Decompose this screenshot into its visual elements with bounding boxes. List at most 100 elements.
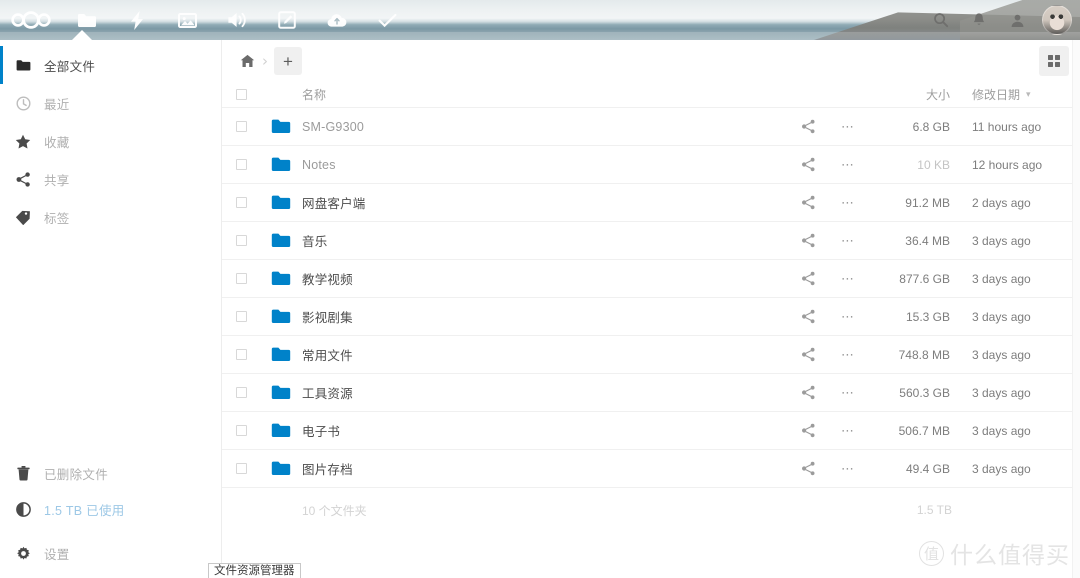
sidebar-item-tags[interactable]: 标签: [0, 198, 221, 236]
app-icon-photos[interactable]: [162, 0, 212, 40]
table-row[interactable]: 工具资源 ⋯ 560.3 GB 3 days ago: [222, 374, 1080, 412]
row-checkbox-cell[interactable]: [222, 387, 260, 398]
select-all-checkbox[interactable]: [235, 89, 247, 100]
folder-icon: [260, 194, 302, 211]
column-header-name[interactable]: 名称: [260, 86, 786, 103]
pie-chart-icon: [8, 500, 38, 517]
table-row[interactable]: 电子书 ⋯ 506.7 MB 3 days ago: [222, 412, 1080, 450]
app-icon-tasks[interactable]: [362, 0, 412, 40]
file-modified-label: 3 days ago: [972, 309, 1031, 324]
table-row[interactable]: 教学视频 ⋯ 877.6 GB 3 days ago: [222, 260, 1080, 298]
table-row[interactable]: 影视剧集 ⋯ 15.3 GB 3 days ago: [222, 298, 1080, 336]
select-all-checkbox-cell[interactable]: [222, 89, 260, 100]
table-row[interactable]: 网盘客户端 ⋯ 91.2 MB 2 days ago: [222, 184, 1080, 222]
row-checkbox[interactable]: [235, 311, 247, 322]
avatar[interactable]: [1042, 5, 1072, 35]
row-checkbox-cell[interactable]: [222, 311, 260, 322]
share-icon[interactable]: [786, 271, 830, 286]
bell-icon[interactable]: [960, 0, 998, 40]
more-actions-icon[interactable]: ⋯: [830, 119, 866, 135]
sidebar-item-recent[interactable]: 最近: [0, 84, 221, 122]
file-name-cell[interactable]: 教学视频: [260, 269, 786, 288]
column-header-size[interactable]: 大小: [866, 86, 952, 103]
column-header-modified[interactable]: 修改日期 ▾: [952, 86, 1080, 103]
share-icon[interactable]: [786, 233, 830, 248]
row-checkbox-cell[interactable]: [222, 197, 260, 208]
file-name-cell[interactable]: 影视剧集: [260, 307, 786, 326]
share-icon[interactable]: [786, 347, 830, 362]
table-row[interactable]: SM-G9300 ⋯ 6.8 GB 11 hours ago: [222, 108, 1080, 146]
contacts-icon[interactable]: [998, 0, 1036, 40]
table-row[interactable]: 常用文件 ⋯ 748.8 MB 3 days ago: [222, 336, 1080, 374]
file-name-cell[interactable]: 常用文件: [260, 345, 786, 364]
row-checkbox-cell[interactable]: [222, 159, 260, 170]
share-icon[interactable]: [786, 119, 830, 134]
file-name-label: 常用文件: [302, 349, 353, 363]
share-icon[interactable]: [786, 423, 830, 438]
sidebar-item-settings[interactable]: 设置: [0, 534, 222, 572]
more-actions-icon[interactable]: ⋯: [830, 461, 866, 477]
more-actions-icon[interactable]: ⋯: [830, 233, 866, 249]
file-name-cell[interactable]: 工具资源: [260, 383, 786, 402]
home-icon[interactable]: [234, 46, 260, 76]
row-checkbox-cell[interactable]: [222, 121, 260, 132]
table-row[interactable]: 图片存档 ⋯ 49.4 GB 3 days ago: [222, 450, 1080, 488]
row-checkbox[interactable]: [235, 235, 247, 246]
more-actions-icon[interactable]: ⋯: [830, 423, 866, 439]
more-actions-icon[interactable]: ⋯: [830, 347, 866, 363]
row-checkbox[interactable]: [235, 349, 247, 360]
row-checkbox-cell[interactable]: [222, 463, 260, 474]
share-icon[interactable]: [786, 309, 830, 324]
row-checkbox[interactable]: [235, 121, 247, 132]
share-icon[interactable]: [786, 385, 830, 400]
app-icon-notes[interactable]: [262, 0, 312, 40]
row-checkbox-cell[interactable]: [222, 349, 260, 360]
sidebar-item-all-files[interactable]: 全部文件: [0, 46, 221, 84]
file-name-cell[interactable]: SM-G9300: [260, 118, 786, 135]
sidebar-item-label: 共享: [44, 173, 70, 188]
table-row[interactable]: Notes ⋯ 10 KB 12 hours ago: [222, 146, 1080, 184]
file-name-cell[interactable]: 网盘客户端: [260, 193, 786, 212]
more-actions-icon[interactable]: ⋯: [830, 157, 866, 173]
row-checkbox[interactable]: [235, 463, 247, 474]
share-icon[interactable]: [786, 157, 830, 172]
share-icon[interactable]: [786, 195, 830, 210]
more-actions-icon[interactable]: ⋯: [830, 309, 866, 325]
file-name-cell[interactable]: 音乐: [260, 231, 786, 250]
sidebar-item-favorites[interactable]: 收藏: [0, 122, 221, 160]
vertical-scrollbar[interactable]: [1072, 40, 1080, 578]
file-list-area: › + 名称 大小 修改日期 ▾ SM-G9300 ⋯ 6.8 GB 11 ho…: [222, 40, 1080, 578]
row-checkbox[interactable]: [235, 425, 247, 436]
grid-view-icon[interactable]: [1039, 46, 1069, 76]
row-checkbox[interactable]: [235, 197, 247, 208]
file-name-cell[interactable]: Notes: [260, 156, 786, 173]
row-checkbox[interactable]: [235, 159, 247, 170]
file-size-label: 49.4 GB: [905, 461, 950, 476]
app-icon-weather[interactable]: [312, 0, 362, 40]
file-name-cell[interactable]: 图片存档: [260, 459, 786, 478]
share-icon[interactable]: [786, 461, 830, 476]
table-row[interactable]: 音乐 ⋯ 36.4 MB 3 days ago: [222, 222, 1080, 260]
star-icon: [8, 134, 38, 149]
row-checkbox-cell[interactable]: [222, 273, 260, 284]
more-actions-icon[interactable]: ⋯: [830, 195, 866, 211]
nextcloud-logo-icon[interactable]: [0, 0, 62, 40]
more-actions-icon[interactable]: ⋯: [830, 271, 866, 287]
search-icon[interactable]: [922, 0, 960, 40]
row-checkbox-cell[interactable]: [222, 425, 260, 436]
sidebar-item-deleted-files[interactable]: 已删除文件: [0, 454, 222, 492]
app-icon-audio[interactable]: [212, 0, 262, 40]
row-checkbox[interactable]: [235, 273, 247, 284]
app-icon-activity[interactable]: [112, 0, 162, 40]
file-name-cell[interactable]: 电子书: [260, 421, 786, 440]
sidebar-item-label: 收藏: [44, 135, 70, 150]
more-actions-icon[interactable]: ⋯: [830, 385, 866, 401]
new-file-button[interactable]: +: [274, 47, 302, 75]
folder-icon: [8, 59, 38, 72]
sidebar-item-label: 最近: [44, 97, 70, 112]
sidebar-item-quota[interactable]: 1.5 TB 已使用: [0, 492, 222, 534]
row-checkbox[interactable]: [235, 387, 247, 398]
row-checkbox-cell[interactable]: [222, 235, 260, 246]
sidebar-item-shared[interactable]: 共享: [0, 160, 221, 198]
file-modified-label: 2 days ago: [972, 195, 1031, 210]
